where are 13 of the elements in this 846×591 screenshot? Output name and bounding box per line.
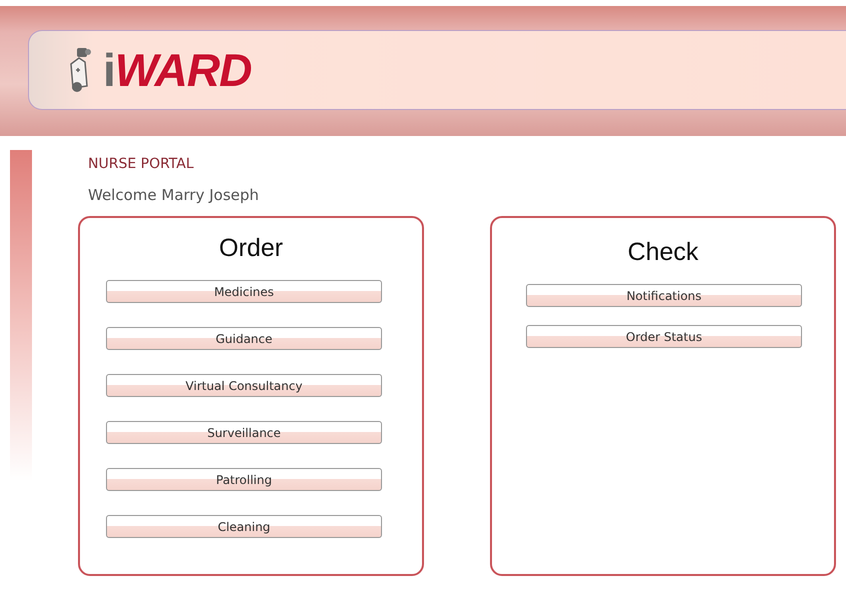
welcome-text: Welcome Marry Joseph bbox=[88, 186, 260, 204]
logo-text: iWARD bbox=[103, 47, 252, 93]
menu-button[interactable]: Medicines bbox=[106, 280, 382, 303]
menu-button[interactable]: Notifications bbox=[526, 284, 802, 307]
menu-button[interactable]: Order Status bbox=[526, 325, 802, 348]
menu-button[interactable]: Patrolling bbox=[106, 468, 382, 491]
menu-button[interactable]: Surveillance bbox=[106, 421, 382, 444]
panel-title: Check bbox=[626, 238, 700, 267]
panel-title: Order bbox=[218, 234, 284, 263]
menu-button[interactable]: Guidance bbox=[106, 327, 382, 350]
menu-button[interactable]: Cleaning bbox=[106, 515, 382, 538]
portal-title: NURSE PORTAL bbox=[88, 156, 195, 172]
menu-button[interactable]: Virtual Consultancy bbox=[106, 374, 382, 397]
